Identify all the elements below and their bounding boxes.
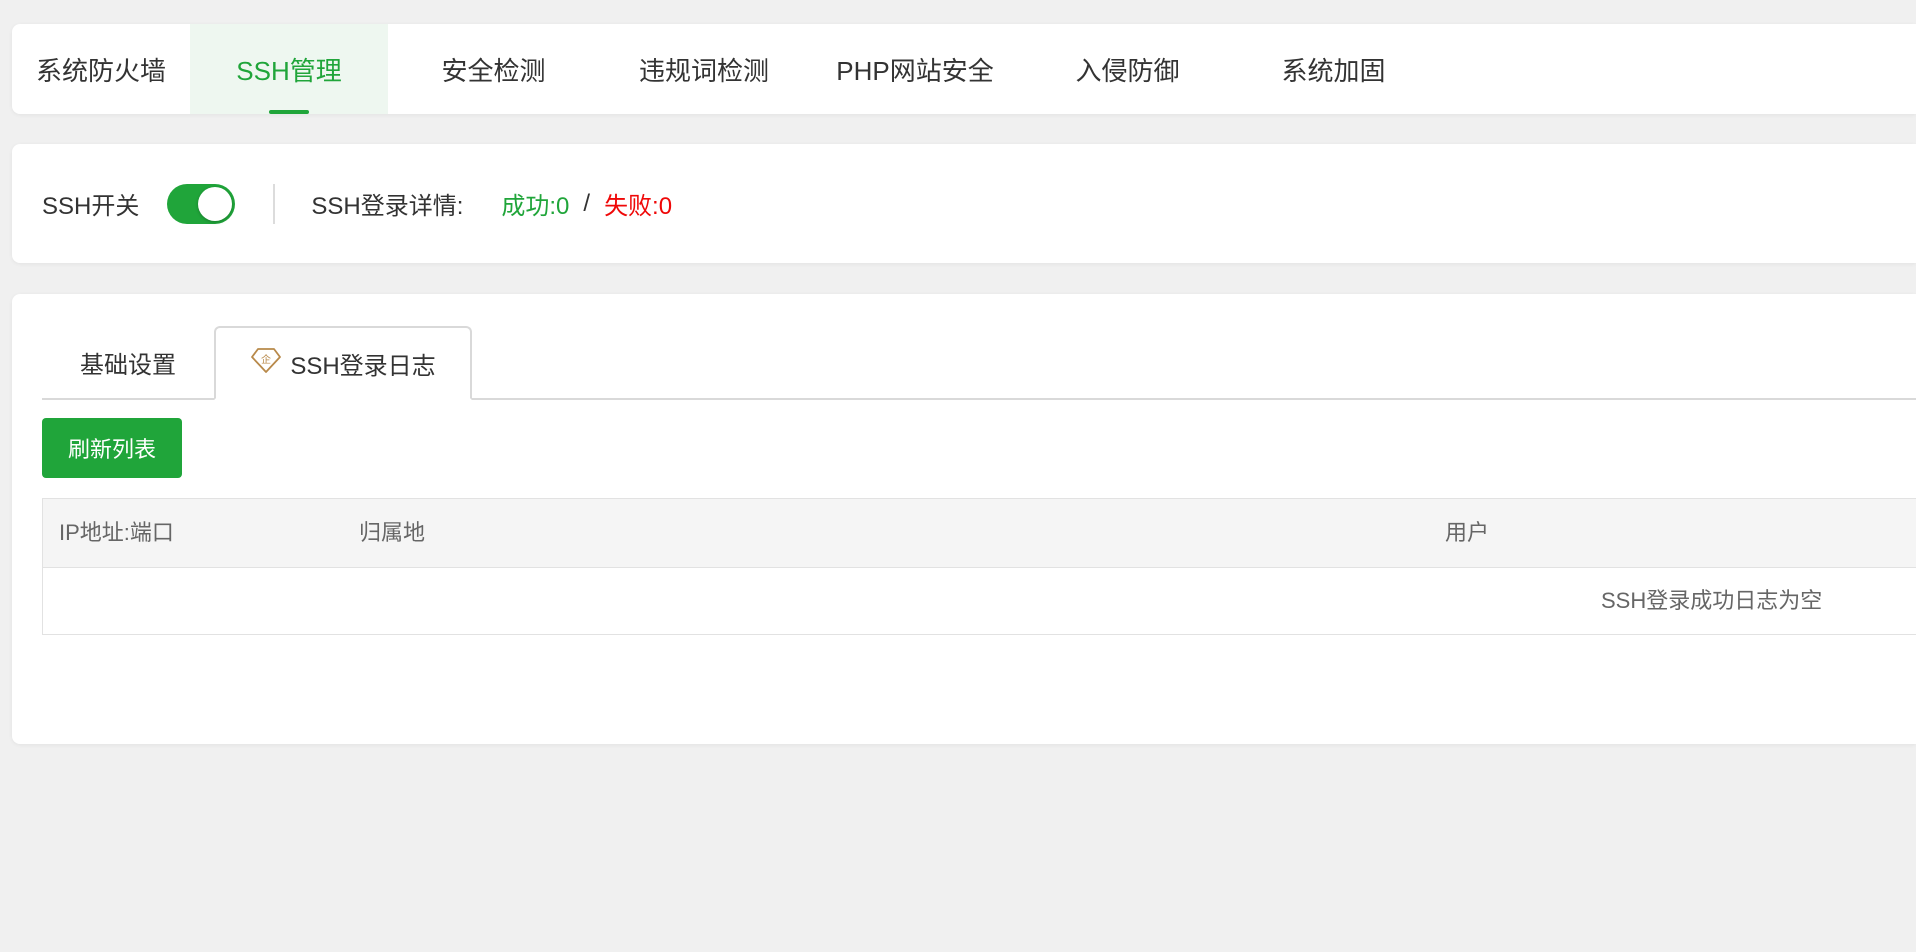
ssh-login-detail-label: SSH登录详情: [311, 193, 464, 220]
login-fail-count: 失败:0 [604, 193, 673, 220]
count-separator: / [583, 189, 591, 217]
tab-system-firewall[interactable]: 系统防火墙 [12, 24, 190, 114]
table-header: IP地址:端口 归属地 用户 [43, 499, 1916, 568]
tab-label: 系统防火墙 [35, 55, 166, 86]
top-nav: 系统防火墙 SSH管理 安全检测 违规词检测 PHP网站安全 入侵防御 系统加固 [12, 24, 1916, 114]
svg-text:企: 企 [261, 353, 271, 366]
tab-label: PHP网站安全 [836, 55, 994, 86]
tab-label: SSH管理 [236, 55, 342, 86]
tab-label: 入侵防御 [1075, 55, 1180, 86]
tab-label: 基础设置 [80, 351, 176, 379]
ssh-switch-label: SSH开关 [42, 193, 140, 220]
divider [273, 183, 276, 224]
active-tab-indicator [269, 110, 309, 114]
toggle-knob [198, 186, 233, 221]
refresh-list-button[interactable]: 刷新列表 [42, 418, 182, 478]
tab-intrusion-defense[interactable]: 入侵防御 [1021, 24, 1234, 114]
column-ip-port[interactable]: IP地址:端口 [59, 499, 174, 567]
ssh-status-bar: SSH开关 SSH登录详情: 成功:0 / 失败:0 [12, 144, 1916, 263]
column-location[interactable]: 归属地 [359, 499, 425, 567]
tab-label: 安全检测 [441, 55, 546, 86]
tab-label: 违规词检测 [638, 55, 769, 86]
table-body: SSH登录成功日志为空 [43, 568, 1916, 634]
login-success-count: 成功:0 [501, 193, 570, 220]
tab-ssh-management[interactable]: SSH管理 [190, 24, 388, 114]
ssh-log-table: IP地址:端口 归属地 用户 SSH登录成功日志为空 [42, 498, 1916, 635]
tab-label: SSH登录日志 [290, 352, 436, 380]
enterprise-gem-icon: 企 [251, 348, 282, 373]
sub-tabs: 基础设置 企 SSH登录日志 [42, 326, 1916, 400]
tab-system-hardening[interactable]: 系统加固 [1234, 24, 1433, 114]
column-user[interactable]: 用户 [1445, 499, 1489, 567]
ssh-log-panel: 基础设置 企 SSH登录日志 刷新列表 IP地址:端口 归属地 用户 SSH登录… [12, 294, 1916, 744]
tab-ssh-login-log[interactable]: 企 SSH登录日志 [214, 326, 472, 400]
tab-banned-words[interactable]: 违规词检测 [599, 24, 809, 114]
empty-state-text: SSH登录成功日志为空 [1601, 588, 1823, 613]
tab-label: 系统加固 [1281, 55, 1386, 86]
tab-security-scan[interactable]: 安全检测 [388, 24, 599, 114]
ssh-switch-toggle[interactable] [167, 183, 236, 224]
tab-php-security[interactable]: PHP网站安全 [809, 24, 1021, 114]
tab-basic-settings[interactable]: 基础设置 [42, 326, 214, 398]
